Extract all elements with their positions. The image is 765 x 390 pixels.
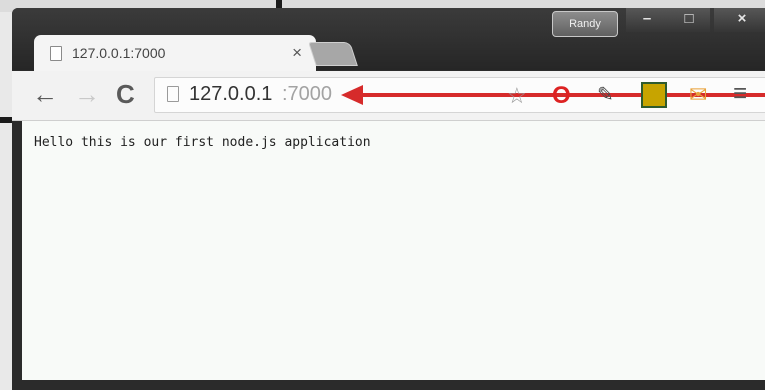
tab-title: 127.0.0.1:7000	[72, 45, 166, 61]
profile-button[interactable]: Randy	[552, 11, 618, 37]
page-text: Hello this is our first node.js applicat…	[34, 135, 371, 150]
forward-button[interactable]: →	[74, 81, 100, 107]
extension-icon[interactable]	[641, 82, 667, 108]
tab-localhost[interactable]: 127.0.0.1:7000 ×	[34, 35, 316, 71]
close-icon[interactable]: ×	[292, 43, 302, 63]
opera-icon[interactable]: O	[552, 82, 571, 110]
page-icon	[167, 86, 179, 102]
tool-icon[interactable]: ✎	[597, 82, 614, 107]
maximize-button[interactable]: □	[668, 8, 710, 32]
back-button[interactable]: ←	[32, 81, 58, 107]
star-icon[interactable]: ☆	[507, 83, 527, 109]
menu-icon[interactable]: ≡	[733, 80, 747, 108]
new-tab-button[interactable]	[308, 42, 358, 66]
window-bottom-border	[12, 380, 765, 390]
url-port: :7000	[282, 83, 333, 105]
reload-button[interactable]: C	[116, 81, 135, 107]
title-bar: 127.0.0.1:7000 × Randy – □ ×	[12, 8, 765, 71]
minimize-button[interactable]: –	[626, 8, 668, 32]
url-host: 127.0.0.1	[189, 83, 273, 105]
page-content: Hello this is our first node.js applicat…	[20, 121, 765, 380]
annotation-arrow-head	[341, 85, 363, 105]
window-close-button[interactable]: ×	[714, 8, 765, 32]
extension-icon[interactable]: ✉	[689, 82, 707, 108]
page-icon	[50, 45, 62, 61]
